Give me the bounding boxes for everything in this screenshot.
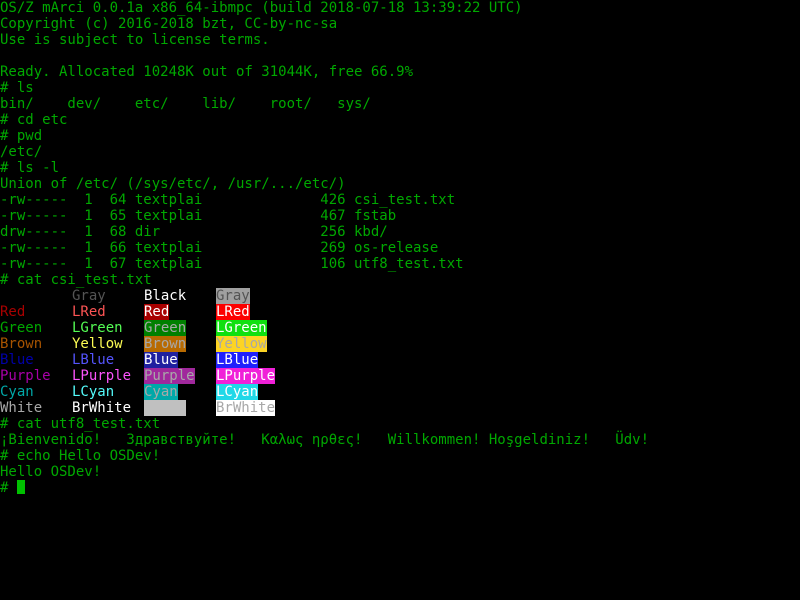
color-table-cell: LBlue xyxy=(72,352,115,368)
prompt-cd-etc: # cd etc xyxy=(0,112,68,128)
color-table-cell: White xyxy=(0,400,43,416)
ls-l-row: drw----- 1 68 dir 256 kbd/ xyxy=(0,224,388,240)
prompt-final: # xyxy=(0,480,17,496)
color-table-cell: LGreen xyxy=(216,320,267,336)
ls-l-union-header: Union of /etc/ (/sys/etc/, /usr/.../etc/… xyxy=(0,176,346,192)
color-table-cell: Blue xyxy=(0,352,34,368)
color-table-cell: LCyan xyxy=(72,384,115,400)
banner-line-3: Use is subject to license terms. xyxy=(0,32,270,48)
echo-output: Hello OSDev! xyxy=(0,464,102,480)
color-table-cell: LBlue xyxy=(216,352,259,368)
color-table-cell xyxy=(144,400,187,416)
color-table-cell: LRed xyxy=(216,304,250,320)
ls-l-row: -rw----- 1 65 textplai 467 fstab xyxy=(0,208,397,224)
color-table-cell: Yellow xyxy=(216,336,267,352)
color-table-cell: Yellow xyxy=(72,336,123,352)
color-table-cell: BrWhite xyxy=(72,400,132,416)
prompt-cat-utf8: # cat utf8_test.txt xyxy=(0,416,161,432)
terminal-screen[interactable]: OS/Z mArci 0.0.1a x86_64-ibmpc (build 20… xyxy=(0,0,800,600)
ls-l-row: -rw----- 1 67 textplai 106 utf8_test.txt xyxy=(0,256,464,272)
color-table-cell: LRed xyxy=(72,304,106,320)
color-table-cell: Cyan xyxy=(144,384,178,400)
color-table-cell: Red xyxy=(0,304,26,320)
color-table-cell: LPurple xyxy=(72,368,132,384)
color-table-header-cell: Gray xyxy=(72,288,106,304)
color-table-cell: Purple xyxy=(144,368,195,384)
color-table-cell: Blue xyxy=(144,352,178,368)
utf8-greetings: ¡Bienvenido! Здравствуйте! Καλως ηρθες! … xyxy=(0,432,650,448)
color-table-cell: Brown xyxy=(144,336,187,352)
color-table-cell: Green xyxy=(144,320,187,336)
ls-l-row: -rw----- 1 64 textplai 426 csi_test.txt xyxy=(0,192,456,208)
prompt-echo: # echo Hello OSDev! xyxy=(0,448,161,464)
color-table-header-cell: Black xyxy=(144,288,187,304)
pwd-output: /etc/ xyxy=(0,144,43,160)
color-table-cell: LPurple xyxy=(216,368,276,384)
color-table-cell: LCyan xyxy=(216,384,259,400)
color-table-cell: Cyan xyxy=(0,384,34,400)
banner-line-2: Copyright (c) 2016-2018 bzt, CC-by-nc-sa xyxy=(0,16,338,32)
color-table-cell: BrWhite xyxy=(216,400,276,416)
prompt-ls: # ls xyxy=(0,80,34,96)
ls-output: bin/ dev/ etc/ lib/ root/ sys/ xyxy=(0,96,371,112)
prompt-ls-l: # ls -l xyxy=(0,160,60,176)
prompt-cat-csi: # cat csi_test.txt xyxy=(0,272,152,288)
color-table-header-cell: Gray xyxy=(216,288,250,304)
color-table-cell: Purple xyxy=(0,368,51,384)
color-table-cell: Red xyxy=(144,304,170,320)
text-cursor xyxy=(16,480,25,494)
memory-status-line: Ready. Allocated 10248K out of 31044K, f… xyxy=(0,64,414,80)
prompt-final-line: # xyxy=(0,480,25,496)
prompt-pwd: # pwd xyxy=(0,128,43,144)
ls-l-row: -rw----- 1 66 textplai 269 os-release xyxy=(0,240,439,256)
color-table-cell: Brown xyxy=(0,336,43,352)
color-table-cell: LGreen xyxy=(72,320,123,336)
color-table-cell: Green xyxy=(0,320,43,336)
banner-line-1: OS/Z mArci 0.0.1a x86_64-ibmpc (build 20… xyxy=(0,0,523,16)
